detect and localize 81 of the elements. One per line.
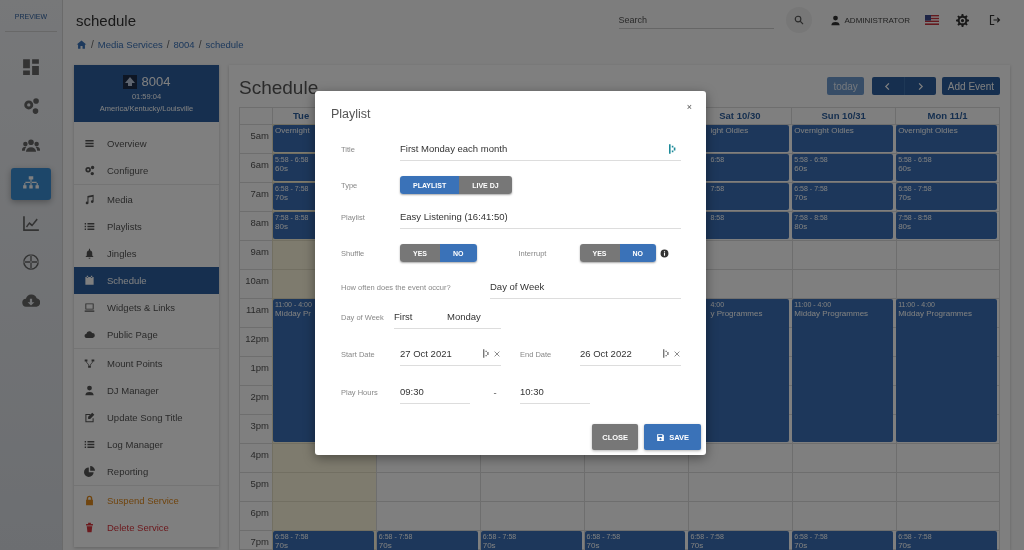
event-title: 70s <box>275 193 288 203</box>
time-label: 7pm <box>240 530 272 550</box>
breadcrumb-link[interactable]: Media Services <box>97 38 163 50</box>
nav-item[interactable]: Configure <box>74 157 219 184</box>
breadcrumb-separator: / <box>198 38 202 50</box>
event-title: Overnight Oldies <box>898 126 958 136</box>
event-title: 60s <box>898 164 912 174</box>
nav-item[interactable]: Jingles <box>74 240 219 267</box>
time-label: 12pm <box>240 327 272 356</box>
title-field[interactable]: First Monday each month <box>400 137 681 161</box>
event-title: 70s <box>275 541 288 550</box>
time-label: 6pm <box>240 501 272 530</box>
schedule-title: Schedule <box>239 77 319 99</box>
event-title: 70s <box>690 541 704 550</box>
event-title: 70s <box>378 541 392 550</box>
user-name[interactable]: ADMINISTRATOR <box>844 15 910 25</box>
weekday-select[interactable]: Monday <box>447 311 481 322</box>
calendar-event[interactable]: Overnight Oldies <box>896 125 997 152</box>
event-title: 70s <box>898 541 912 550</box>
breadcrumb-link[interactable]: schedule <box>205 38 244 50</box>
playlist-select[interactable]: Easy Listening (16:41:50) <box>400 205 681 229</box>
event-title: 70s <box>794 541 808 550</box>
event-title: 60s <box>794 164 808 174</box>
time-label: 7am <box>240 182 272 211</box>
event-title: 70s <box>482 541 496 550</box>
event-title: 70s <box>586 541 600 550</box>
start-date-field[interactable]: 27 Oct 2021 <box>400 342 501 366</box>
end-time-field[interactable]: 10:30 <box>520 380 590 404</box>
time-label: 6am <box>240 153 272 182</box>
day-header: Sun 10/31 <box>791 108 896 124</box>
time-label: 8am <box>240 211 272 240</box>
nav-item[interactable]: Schedule <box>74 267 219 294</box>
event-title: Overnight <box>275 126 310 136</box>
calendar-event[interactable]: Overnight Oldies <box>792 125 894 152</box>
nav-item[interactable]: Media <box>74 186 219 213</box>
dialog-title: Playlist <box>331 107 371 121</box>
time-label: 3pm <box>240 414 272 443</box>
nav-item[interactable]: Delete Service <box>74 514 219 541</box>
event-title: Midday Programmes <box>794 309 869 319</box>
end-date-field[interactable]: 26 Oct 2022 <box>580 342 681 366</box>
time-label: 2pm <box>240 385 272 414</box>
event-title: 80s <box>794 222 808 232</box>
event-title: Midday Programmes <box>898 309 972 319</box>
event-title: Midday Pr <box>275 309 311 319</box>
service-name: 8004 <box>141 74 171 89</box>
time-label: 10am <box>240 269 272 298</box>
ordinal-select[interactable]: First <box>394 311 447 322</box>
nav-item[interactable]: DJ Manager <box>74 377 219 404</box>
page-title: schedule <box>76 11 137 29</box>
time-label: 5pm <box>240 472 272 501</box>
search-field[interactable]: Search <box>618 11 774 29</box>
event-title: 80s <box>898 222 912 232</box>
time-separator: - <box>492 386 498 398</box>
nav-item[interactable]: Overview <box>74 130 219 157</box>
event-title: 70s <box>794 193 808 203</box>
nav-item[interactable]: Reporting <box>74 458 219 485</box>
nav-item[interactable]: Mount Points <box>74 350 219 377</box>
event-title: 80s <box>275 222 288 232</box>
start-time-field[interactable]: 09:30 <box>400 380 470 404</box>
time-label: 4pm <box>240 443 272 472</box>
event-title: 60s <box>275 164 288 174</box>
nav-item[interactable]: Widgets & Links <box>74 294 219 321</box>
event-title: 70s <box>898 193 912 203</box>
nav-item[interactable]: Playlists <box>74 213 219 240</box>
time-label: 1pm <box>240 356 272 385</box>
time-label: 5am <box>240 124 272 153</box>
breadcrumb-separator: / <box>91 38 94 50</box>
breadcrumb-separator: / <box>166 38 170 50</box>
nav-item[interactable]: Suspend Service <box>74 487 219 514</box>
add-event-button[interactable]: Add Event <box>941 77 1000 95</box>
event-title: ight Oldies <box>710 126 749 136</box>
nav-item[interactable]: Log Manager <box>74 431 219 458</box>
time-label: 11am <box>240 298 272 327</box>
day-header: Mon 11/1 <box>895 108 999 124</box>
time-label: 9am <box>240 240 272 269</box>
event-title: Overnight Oldies <box>794 126 854 136</box>
nav-item[interactable]: Public Page <box>74 321 219 348</box>
breadcrumb-link[interactable]: 8004 <box>173 38 195 50</box>
frequency-select[interactable]: Day of Week <box>490 275 681 299</box>
event-title: y Programmes <box>710 309 763 319</box>
nav-item[interactable]: Update Song Title <box>74 404 219 431</box>
